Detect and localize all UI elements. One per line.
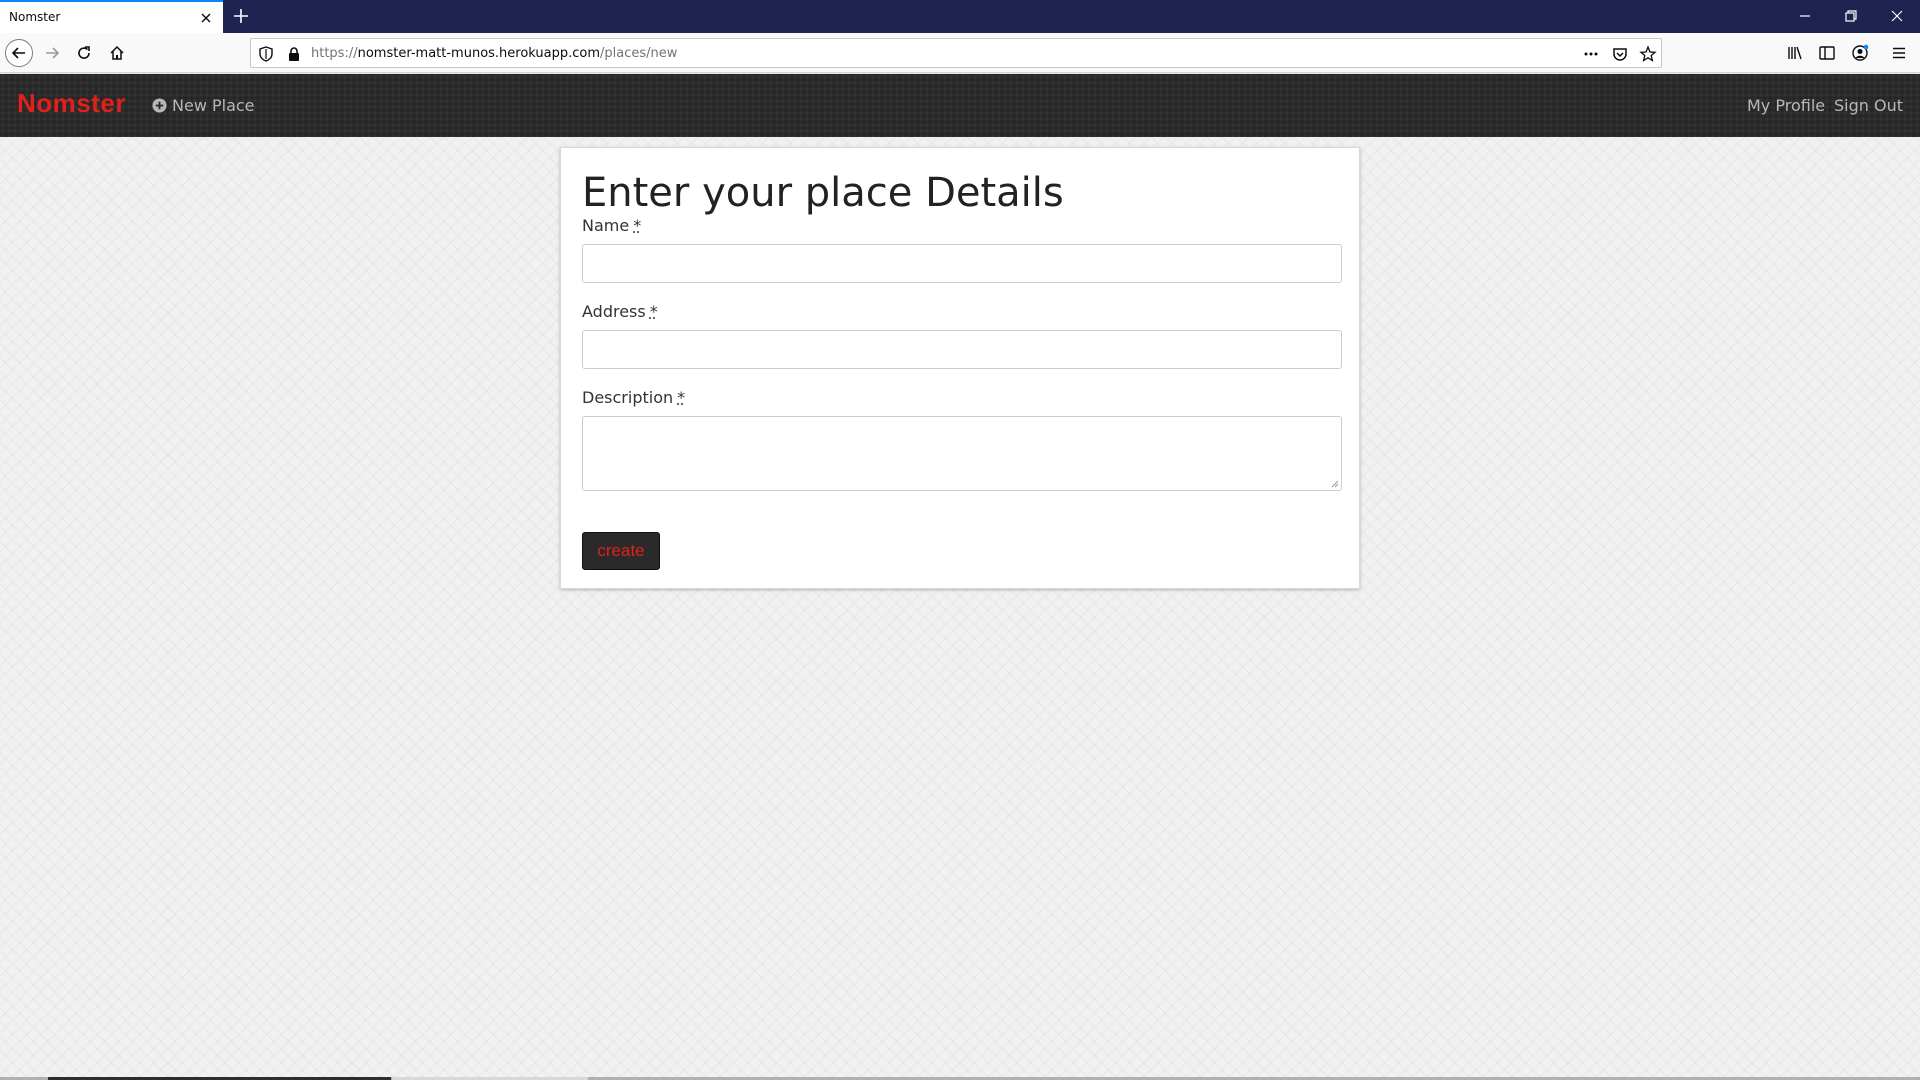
address-required-marker: * <box>649 302 658 321</box>
browser-toolbar: https://nomster-matt-munos.herokuapp.com… <box>0 33 1920 73</box>
url-path: /places/new <box>600 46 678 61</box>
forward-arrow-icon <box>46 47 60 59</box>
bookmark-star-icon[interactable] <box>1639 45 1657 63</box>
back-button[interactable] <box>5 39 33 67</box>
menu-button[interactable] <box>1885 39 1913 67</box>
resize-grip-icon[interactable] <box>1331 480 1339 488</box>
close-window-icon[interactable] <box>1887 6 1907 26</box>
library-icon <box>1788 46 1802 60</box>
new-place-link[interactable]: New Place <box>152 96 255 115</box>
create-button[interactable]: create <box>582 532 660 570</box>
form-heading: Enter your place Details <box>582 170 1064 216</box>
tab-title: Nomster <box>9 10 61 24</box>
name-label-text: Name <box>582 216 630 235</box>
lock-icon[interactable] <box>285 45 303 63</box>
url-host: nomster-matt-munos.herokuapp.com <box>357 46 601 61</box>
pocket-icon[interactable] <box>1611 45 1629 63</box>
account-icon <box>1852 44 1869 61</box>
new-place-label: New Place <box>172 96 255 115</box>
reload-icon <box>78 46 90 59</box>
forward-button[interactable] <box>38 39 66 67</box>
home-button[interactable] <box>103 39 131 67</box>
sidebar-icon <box>1819 46 1835 60</box>
account-button[interactable] <box>1846 39 1874 67</box>
restore-icon[interactable] <box>1841 6 1861 26</box>
name-label: Name * <box>582 216 641 235</box>
sidebar-button[interactable] <box>1813 39 1841 67</box>
sign-out-link[interactable]: Sign Out <box>1834 96 1903 115</box>
site-navbar: Nomster New Place My Profile Sign Out <box>0 74 1920 137</box>
back-arrow-icon <box>11 47 25 59</box>
address-label: Address * <box>582 302 658 321</box>
name-required-marker: * <box>633 216 642 235</box>
hamburger-menu-icon <box>1893 47 1905 59</box>
url-text: https://nomster-matt-munos.herokuapp.com… <box>311 46 677 61</box>
address-bar[interactable]: https://nomster-matt-munos.herokuapp.com… <box>250 38 1662 68</box>
browser-tab[interactable]: Nomster <box>0 0 223 33</box>
name-input[interactable] <box>582 244 1342 283</box>
new-place-form-card: Enter your place Details Name * Address * … <box>560 147 1360 589</box>
brand-logo[interactable]: Nomster <box>17 88 126 119</box>
home-icon <box>110 45 124 60</box>
description-label: Description * <box>582 388 685 407</box>
plus-circle-icon <box>152 98 167 113</box>
library-button[interactable] <box>1781 39 1809 67</box>
page-actions-icon[interactable] <box>1582 45 1600 63</box>
shield-icon[interactable] <box>257 45 275 63</box>
minimize-icon[interactable] <box>1795 6 1815 26</box>
address-input[interactable] <box>582 330 1342 369</box>
description-textarea[interactable] <box>582 416 1342 491</box>
reload-button[interactable] <box>70 39 98 67</box>
address-label-text: Address <box>582 302 646 321</box>
close-tab-icon[interactable] <box>199 11 213 25</box>
browser-tab-bar: Nomster <box>0 0 1920 33</box>
my-profile-link[interactable]: My Profile <box>1747 96 1825 115</box>
description-required-marker: * <box>677 388 686 407</box>
url-scheme: https:// <box>311 46 358 61</box>
new-tab-icon[interactable] <box>231 6 251 26</box>
description-label-text: Description <box>582 388 674 407</box>
